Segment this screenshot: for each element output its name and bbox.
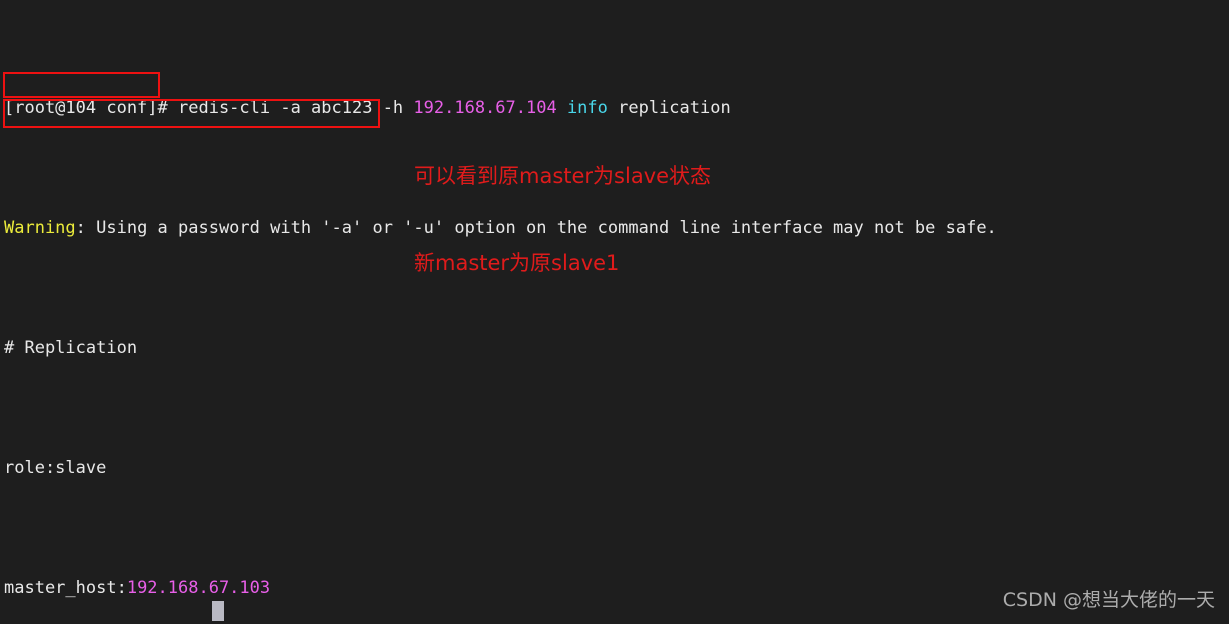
- annotation-note-line-2: 新master为原slave1: [414, 251, 620, 275]
- terminal-window[interactable]: [root@104 conf]# redis-cli -a abc123 -h …: [0, 0, 1229, 624]
- master-host-key: master_host:: [4, 578, 127, 598]
- command-text: redis-cli -a abc123 -h: [178, 98, 414, 118]
- master-host-value: 192.168.67.103: [126, 578, 271, 598]
- info-line-master-host: master_host:192.168.67.103: [4, 576, 997, 600]
- annotation-note-line-1: 可以看到原master为slave状态: [414, 164, 712, 188]
- info-line-role: role:slave: [4, 458, 107, 478]
- terminal-cursor: [212, 601, 224, 621]
- csdn-watermark: CSDN @想当大佬的一天: [1002, 589, 1215, 611]
- warning-label: Warning: [4, 218, 76, 238]
- replication-section-header: # Replication: [4, 338, 138, 358]
- shell-prompt: [root@104 conf]#: [4, 98, 178, 118]
- annotation-note: 可以看到原master为slave状态 新master为原slave1: [414, 104, 711, 336]
